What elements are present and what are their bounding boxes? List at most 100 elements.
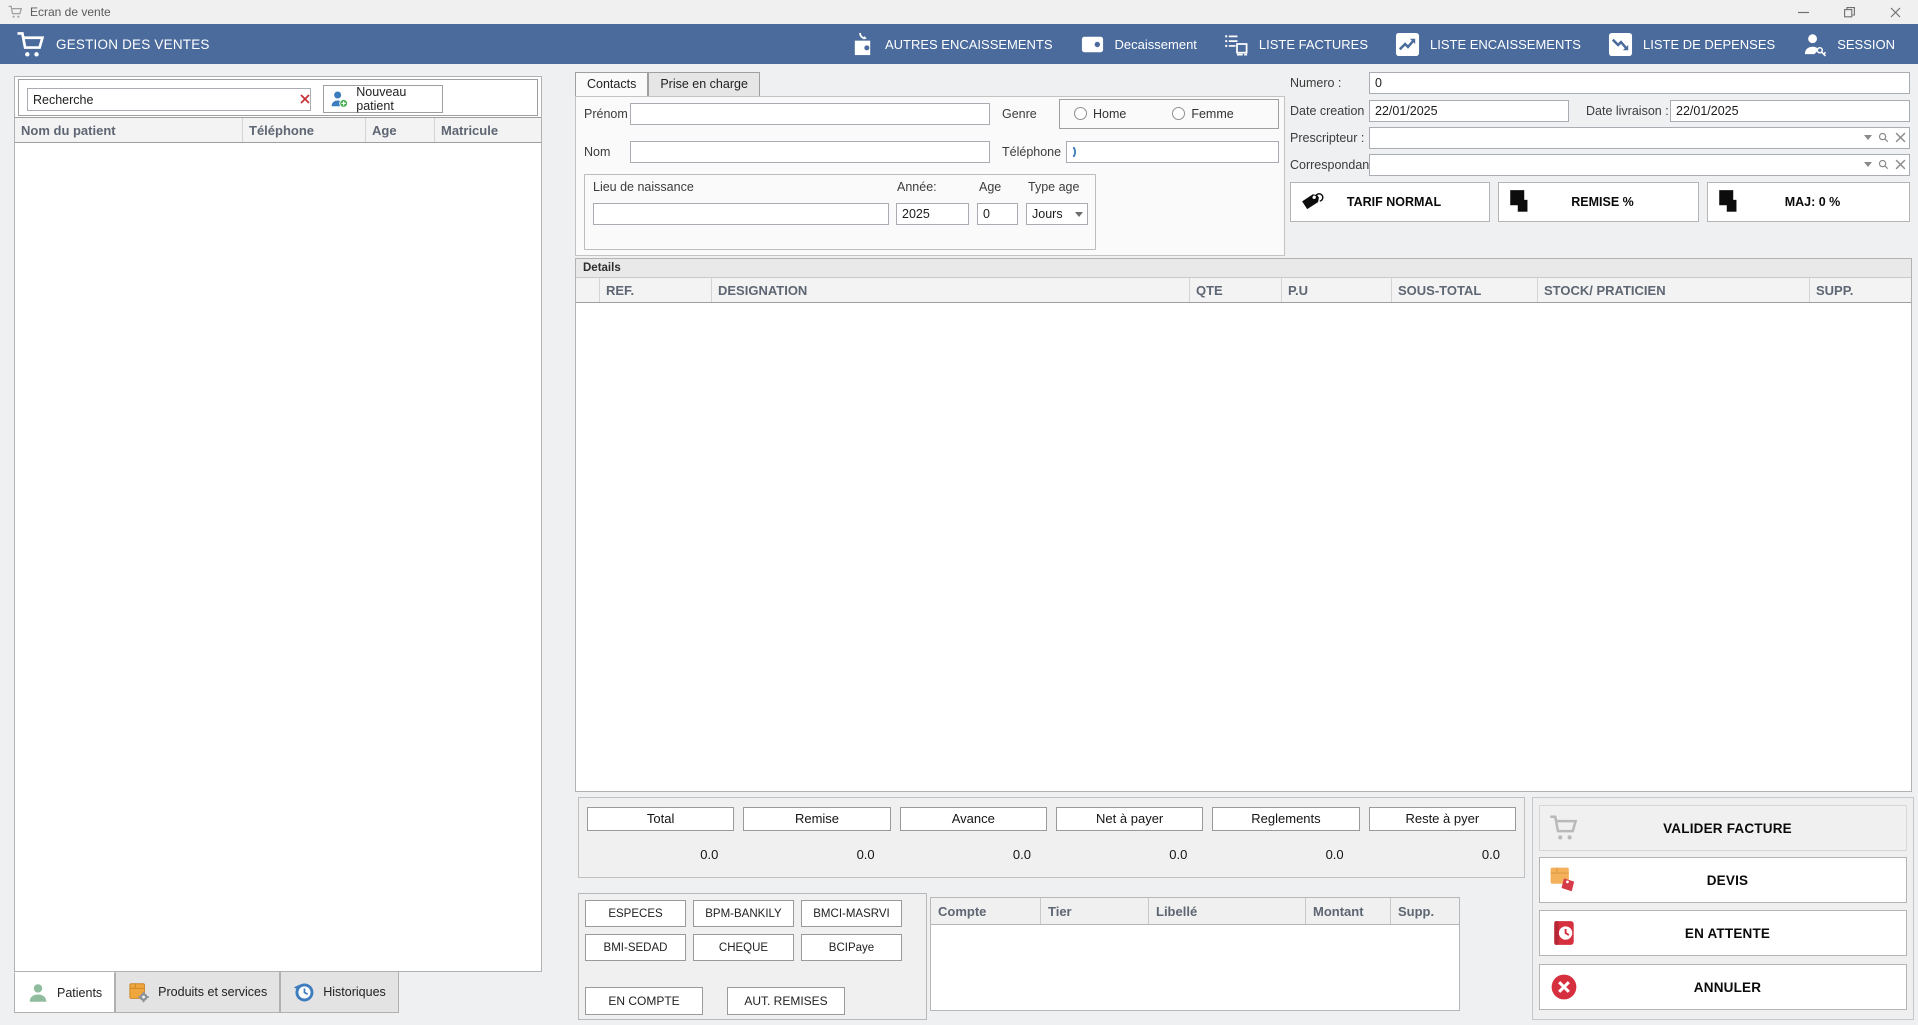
lieu-naissance-input[interactable] — [593, 203, 889, 225]
prenom-input[interactable] — [630, 103, 990, 125]
clear-search-icon[interactable] — [297, 91, 313, 107]
column-header-tier[interactable]: Tier — [1041, 898, 1149, 924]
correspondant-combo[interactable] — [1369, 154, 1910, 176]
patient-search-bar: Nouveau patient — [18, 79, 538, 116]
avance-value: 0.0 — [900, 847, 1047, 862]
invoice-actions-panel: VALIDER FACTURE DEVIS EN ATTENTE ANNULER — [1532, 797, 1914, 1020]
column-header-qte[interactable]: QTE — [1190, 278, 1282, 302]
column-header-compte[interactable]: Compte — [931, 898, 1041, 924]
nom-input[interactable] — [630, 141, 990, 163]
main-toolbar: GESTION DES VENTES AUTRES ENCAISSEMENTS … — [0, 24, 1918, 64]
chevron-down-icon[interactable] — [1864, 162, 1872, 167]
patient-icon — [27, 982, 49, 1004]
net-a-payer-box: Net à payer — [1056, 807, 1203, 831]
en-compte-button[interactable]: EN COMPTE — [585, 987, 703, 1015]
valider-facture-button[interactable]: VALIDER FACTURE — [1539, 805, 1907, 851]
invoice-list-icon — [1223, 32, 1250, 57]
maj-button[interactable]: MAJ: 0 % — [1707, 182, 1910, 222]
tarif-normal-button[interactable]: TARIF NORMAL — [1290, 182, 1490, 222]
column-header-age[interactable]: Age — [366, 118, 435, 142]
birth-place-group: Lieu de naissance Année: Age Type age Jo… — [584, 174, 1096, 250]
restore-button[interactable] — [1826, 0, 1872, 24]
trend-up-icon — [1394, 32, 1421, 57]
search-input[interactable] — [27, 88, 311, 111]
numero-input[interactable] — [1369, 72, 1910, 94]
details-title: Details — [576, 259, 1911, 278]
cart-icon — [8, 5, 23, 19]
date-livraison-input[interactable] — [1670, 100, 1910, 122]
clear-icon[interactable] — [1895, 159, 1906, 170]
telephone-input[interactable] — [1066, 141, 1279, 163]
devis-button[interactable]: DEVIS — [1539, 857, 1907, 903]
aut-remises-button[interactable]: AUT. REMISES — [727, 987, 845, 1015]
age-input[interactable] — [977, 203, 1018, 225]
tab-patients[interactable]: Patients — [14, 972, 115, 1013]
column-header-matricule[interactable]: Matricule — [435, 118, 541, 142]
column-header-pu[interactable]: P.U — [1282, 278, 1392, 302]
column-header-nom[interactable]: Nom du patient — [15, 118, 243, 142]
remise-button[interactable]: REMISE % — [1498, 182, 1699, 222]
column-header-designation[interactable]: DESIGNATION — [712, 278, 1190, 302]
reste-a-payer-box: Reste à pyer — [1369, 807, 1516, 831]
tab-historiques[interactable]: Historiques — [280, 972, 399, 1013]
pay-cheque-button[interactable]: CHEQUE — [693, 934, 794, 961]
toolbar-button-session[interactable]: SESSION — [1788, 24, 1908, 64]
column-header-ref[interactable]: REF. — [600, 278, 712, 302]
annee-input[interactable] — [896, 203, 969, 225]
date-creation-input[interactable] — [1369, 100, 1569, 122]
column-header-stock-praticien[interactable]: STOCK/ PRATICIEN — [1538, 278, 1810, 302]
annuler-button[interactable]: ANNULER — [1539, 964, 1907, 1010]
chevron-down-icon[interactable] — [1864, 135, 1872, 140]
product-box-gear-icon — [128, 981, 150, 1003]
reglements-value: 0.0 — [1212, 847, 1359, 862]
reglements-box: Reglements — [1212, 807, 1359, 831]
chevron-down-icon — [1075, 212, 1083, 217]
toolbar-button-liste-factures[interactable]: LISTE FACTURES — [1210, 24, 1381, 64]
increase-squares-icon — [1716, 188, 1744, 216]
search-icon[interactable] — [1878, 132, 1889, 143]
pay-bpm-bankily-button[interactable]: BPM-BANKILY — [693, 900, 794, 927]
column-header-sous-total[interactable]: SOUS-TOTAL — [1392, 278, 1538, 302]
toolbar-button-liste-encaissements[interactable]: LISTE ENCAISSEMENTS — [1381, 24, 1594, 64]
genre-option-femme[interactable]: Femme — [1172, 107, 1233, 121]
sales-screen-window: Ecran de vente GESTION DES VENTES AUTRES… — [0, 0, 1918, 1025]
wallet-arrow-icon — [849, 32, 876, 57]
column-header-libelle[interactable]: Libellé — [1149, 898, 1306, 924]
genre-label: Genre — [1002, 107, 1037, 121]
pay-bmci-masrvi-button[interactable]: BMCI-MASRVI — [801, 900, 902, 927]
genre-option-home[interactable]: Home — [1074, 107, 1126, 121]
column-header-telephone[interactable]: Téléphone — [243, 118, 366, 142]
date-livraison-label: Date livraison : — [1586, 104, 1669, 118]
search-icon[interactable] — [1878, 159, 1889, 170]
details-panel: Details REF. DESIGNATION QTE P.U SOUS-TO… — [575, 258, 1912, 792]
totals-panel: Total Remise Avance Net à payer Reglemen… — [578, 797, 1525, 878]
discount-squares-icon — [1507, 188, 1535, 216]
tab-prise-en-charge[interactable]: Prise en charge — [648, 72, 760, 96]
column-header-montant[interactable]: Montant — [1306, 898, 1391, 924]
title-bar: Ecran de vente — [0, 0, 1918, 24]
column-header-supp[interactable]: Supp. — [1391, 898, 1459, 924]
tab-produits-et-services[interactable]: Produits et services — [115, 972, 280, 1013]
age-label: Age — [979, 180, 1001, 194]
minimize-button[interactable] — [1780, 0, 1826, 24]
toolbar-button-decaissement[interactable]: Decaissement — [1066, 24, 1210, 64]
pay-especes-button[interactable]: ESPECES — [585, 900, 686, 927]
column-header-supp[interactable]: SUPP. — [1810, 278, 1911, 302]
radio-icon — [1172, 107, 1185, 120]
window-title: Ecran de vente — [30, 5, 111, 19]
prescripteur-combo[interactable] — [1369, 127, 1910, 149]
close-button[interactable] — [1872, 0, 1918, 24]
pay-bmi-sedad-button[interactable]: BMI-SEDAD — [585, 934, 686, 961]
pay-bcipaye-button[interactable]: BCIPaye — [801, 934, 902, 961]
new-patient-button[interactable]: Nouveau patient — [323, 85, 443, 113]
new-patient-label: Nouveau patient — [356, 85, 436, 113]
user-key-icon — [1801, 32, 1828, 57]
tab-contacts[interactable]: Contacts — [575, 72, 648, 96]
en-attente-button[interactable]: EN ATTENTE — [1539, 910, 1907, 956]
type-age-select[interactable]: Jours — [1026, 203, 1088, 225]
toolbar-button-liste-depenses[interactable]: LISTE DE DEPENSES — [1594, 24, 1788, 64]
toolbar-button-autres-encaissements[interactable]: AUTRES ENCAISSEMENTS — [836, 24, 1066, 64]
close-icon — [1890, 7, 1901, 18]
patient-table-body — [15, 143, 541, 971]
clear-icon[interactable] — [1895, 132, 1906, 143]
